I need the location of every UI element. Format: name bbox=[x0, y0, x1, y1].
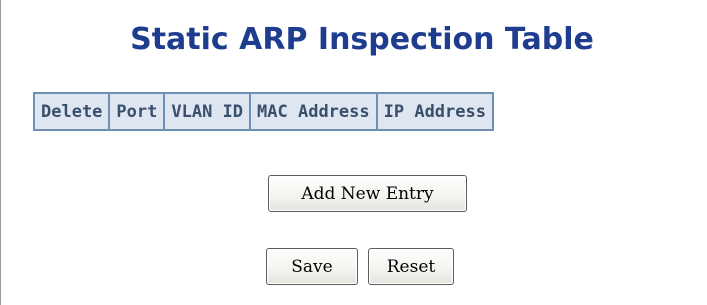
column-header-port: Port bbox=[108, 92, 166, 131]
column-header-mac-address: MAC Address bbox=[249, 92, 378, 131]
add-new-entry-button[interactable]: Add New Entry bbox=[268, 175, 467, 212]
column-header-delete: Delete bbox=[32, 92, 111, 131]
save-button[interactable]: Save bbox=[266, 248, 358, 285]
static-arp-table: Delete Port VLAN ID MAC Address IP Addre… bbox=[32, 92, 494, 131]
column-header-vlan-id: VLAN ID bbox=[163, 92, 252, 131]
reset-button[interactable]: Reset bbox=[368, 248, 454, 285]
page-title: Static ARP Inspection Table bbox=[130, 22, 594, 57]
column-header-ip-address: IP Address bbox=[375, 92, 494, 131]
table-header-row: Delete Port VLAN ID MAC Address IP Addre… bbox=[32, 92, 494, 131]
